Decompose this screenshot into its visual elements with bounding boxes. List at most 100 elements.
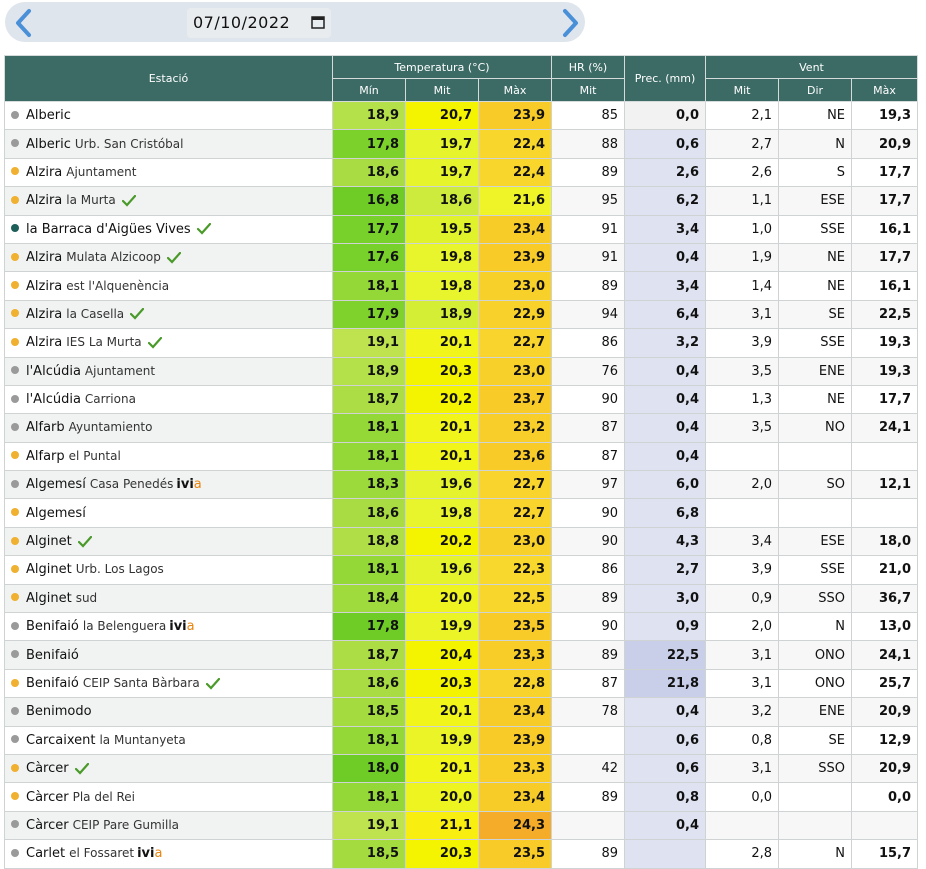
table-row[interactable]: Benifaió CEIP Santa Bàrbara 18,6 20,3 22,8 87… [4, 668, 919, 699]
station-cell[interactable]: Carcaixent la Muntanyeta [4, 725, 333, 755]
table-row[interactable]: Càrcer CEIP Pare Gumilla 19,1 21,1 24,3 0,4 [4, 810, 919, 841]
station-name[interactable]: Benimodo [26, 704, 92, 719]
station-cell[interactable]: Alfarp el Puntal [4, 441, 333, 472]
table-row[interactable]: la Barraca d'Aigües Vives 17,7 19,5 23,4 91 3… [4, 214, 919, 244]
header-w-max[interactable]: Màx [851, 78, 919, 102]
calendar-icon[interactable] [311, 15, 325, 29]
station-name[interactable]: Algemesí [26, 506, 86, 521]
header-prec[interactable]: Prec. (mm) [624, 55, 707, 102]
header-t-max[interactable]: Màx [477, 78, 553, 102]
table-row[interactable]: Benifaió la Belenguera ivia 17,8 19,9 23,5 90 0… [4, 612, 919, 642]
station-name[interactable]: Alzira [26, 279, 62, 294]
wind-max-cell: 15,7 [851, 839, 919, 869]
station-cell[interactable]: Benifaió [4, 640, 333, 670]
table-row[interactable]: Càrcer Pla del Rei 18,1 20,0 23,4 89 0,8 0,0 0,0 [4, 782, 919, 812]
station-name[interactable]: Carcaixent [26, 733, 95, 748]
table-row[interactable]: Alginet sud 18,4 20,0 22,5 89 3,0 0,9 SSO 36,7 [4, 583, 919, 614]
station-cell[interactable]: Alzira la Casella [4, 299, 333, 330]
station-cell[interactable]: Càrcer [4, 753, 333, 784]
station-cell[interactable]: l'Alcúdia Ajuntament [4, 356, 333, 386]
table-row[interactable]: l'Alcúdia Carriona 18,7 20,2 23,7 90 0,4 1,3 NE 1… [4, 384, 919, 415]
station-name[interactable]: Alginet [26, 591, 72, 606]
table-row[interactable]: Carlet el Fossaret ivia 18,5 20,3 23,5 89 2,8 N 1… [4, 839, 919, 869]
station-cell[interactable]: Alginet Urb. Los Lagos [4, 555, 333, 585]
station-cell[interactable]: Càrcer Pla del Rei [4, 782, 333, 812]
table-row[interactable]: Alzira est l'Alquenència 18,1 19,8 23,0 89 3,4… [4, 271, 919, 301]
station-cell[interactable]: Benimodo [4, 697, 333, 727]
station-name[interactable]: Carlet [26, 846, 65, 861]
station-name[interactable]: Càrcer [26, 818, 69, 833]
table-row[interactable]: Benimodo 18,5 20,1 23,4 78 0,4 3,2 ENE 20,9 [4, 697, 919, 727]
station-name[interactable]: l'Alcúdia [26, 364, 81, 379]
station-cell[interactable]: Alginet sud [4, 583, 333, 614]
station-name[interactable]: Alzira [26, 193, 62, 208]
table-row[interactable]: Alfarp el Puntal 18,1 20,1 23,6 87 0,4 [4, 441, 919, 472]
table-row[interactable]: Alzira la Casella 17,9 18,9 22,9 94 6,4 3,1 SE 22… [4, 299, 919, 330]
station-name[interactable]: Alfarb [26, 420, 65, 435]
header-t-min[interactable]: Mín [332, 78, 406, 102]
station-name[interactable]: la Barraca d'Aigües Vives [26, 222, 191, 237]
table-row[interactable]: Algemesí 18,6 19,8 22,7 90 6,8 [4, 498, 919, 528]
station-location: el Fossaret [69, 846, 135, 861]
station-cell[interactable]: Alzira est l'Alquenència [4, 271, 333, 301]
station-cell[interactable]: Alginet [4, 526, 333, 557]
table-row[interactable]: Alginet Urb. Los Lagos 18,1 19,6 22,3 86 2,7 3,… [4, 555, 919, 585]
station-name[interactable]: Alfarp [26, 449, 65, 464]
station-name[interactable]: Benifaió [26, 619, 79, 634]
header-hr-mit[interactable]: Mit [551, 78, 626, 102]
station-cell[interactable]: Alfarb Ayuntamiento [4, 413, 333, 443]
table-row[interactable]: Algemesí Casa Penedés ivia 18,3 19,6 22,7 97 6,… [4, 470, 919, 500]
station-cell[interactable]: Alberic Urb. San Cristóbal [4, 129, 333, 159]
station-name[interactable]: Càrcer [26, 761, 69, 776]
table-row[interactable]: Alzira IES La Murta 19,1 20,1 22,7 86 3,2 3,9 SS… [4, 328, 919, 358]
table-row[interactable]: Alfarb Ayuntamiento 18,1 20,1 23,2 87 0,4 3,5 NO… [4, 413, 919, 443]
station-name[interactable]: Algemesí [26, 477, 86, 492]
station-name[interactable]: Alginet [26, 562, 72, 577]
station-name[interactable]: Benifaió [26, 648, 79, 663]
station-cell[interactable]: la Barraca d'Aigües Vives [4, 214, 333, 244]
date-input[interactable]: 07/10/2022 [187, 8, 331, 38]
station-name[interactable]: Alberic [26, 137, 71, 152]
station-name[interactable]: Alzira [26, 250, 62, 265]
table-row[interactable]: Alzira la Murta 16,8 18,6 21,6 95 6,2 1,1 ESE 17,… [4, 186, 919, 216]
station-cell[interactable]: Càrcer CEIP Pare Gumilla [4, 810, 333, 841]
station-cell[interactable]: Alzira Mulata Alzicoop [4, 242, 333, 273]
table-row[interactable]: Carcaixent la Muntanyeta 18,1 19,9 23,9 0,6 0,… [4, 725, 919, 755]
station-name[interactable]: Alberic [26, 108, 71, 123]
station-cell[interactable]: Alberic [4, 100, 333, 131]
station-cell[interactable]: Alzira IES La Murta [4, 328, 333, 358]
station-cell[interactable]: Alzira la Murta [4, 186, 333, 216]
table-row[interactable]: l'Alcúdia Ajuntament 18,9 20,3 23,0 76 0,4 3,5 E… [4, 356, 919, 386]
station-location: la Murta [66, 193, 116, 208]
previous-day-button[interactable] [9, 8, 39, 38]
temp-mit-cell: 21,1 [405, 810, 479, 841]
station-cell[interactable]: l'Alcúdia Carriona [4, 384, 333, 415]
wind-dir-cell [778, 810, 853, 841]
next-day-button[interactable] [555, 8, 585, 38]
table-row[interactable]: Alberic Urb. San Cristóbal 17,8 19,7 22,4 88 0… [4, 129, 919, 159]
table-row[interactable]: Alzira Mulata Alzicoop 17,6 19,8 23,9 91 0,4 1,… [4, 242, 919, 273]
station-cell[interactable]: Benifaió la Belenguera ivia [4, 612, 333, 642]
station-cell[interactable]: Algemesí Casa Penedés ivia [4, 470, 333, 500]
station-name[interactable]: Càrcer [26, 790, 69, 805]
table-row[interactable]: Alzira Ajuntament 18,6 19,7 22,4 89 2,6 2,6 S 17,… [4, 157, 919, 188]
header-station[interactable]: Estació [4, 55, 333, 102]
station-name[interactable]: l'Alcúdia [26, 392, 81, 407]
station-cell[interactable]: Alzira Ajuntament [4, 157, 333, 188]
station-cell[interactable]: Carlet el Fossaret ivia [4, 839, 333, 869]
table-row[interactable]: Alginet 18,8 20,2 23,0 90 4,3 3,4 ESE 18,0 [4, 526, 919, 557]
station-name[interactable]: Alzira [26, 165, 62, 180]
header-w-dir[interactable]: Dir [778, 78, 853, 102]
station-cell[interactable]: Benifaió CEIP Santa Bàrbara [4, 668, 333, 699]
station-name[interactable]: Alginet [26, 534, 72, 549]
header-w-mit[interactable]: Mit [705, 78, 780, 102]
station-name[interactable]: Alzira [26, 307, 62, 322]
station-name[interactable]: Benifaió [26, 676, 79, 691]
table-row[interactable]: Benifaió 18,7 20,4 23,3 89 22,5 3,1 ONO 24,1 [4, 640, 919, 670]
table-row[interactable]: Càrcer 18,0 20,1 23,3 42 0,6 3,1 SSO 20,9 [4, 753, 919, 784]
station-name[interactable]: Alzira [26, 335, 62, 350]
table-row[interactable]: Alberic 18,9 20,7 23,9 85 0,0 2,1 NE 19,3 [4, 100, 919, 131]
header-t-mit[interactable]: Mit [405, 78, 479, 102]
station-cell[interactable]: Algemesí [4, 498, 333, 528]
prec-cell: 0,4 [624, 384, 707, 415]
